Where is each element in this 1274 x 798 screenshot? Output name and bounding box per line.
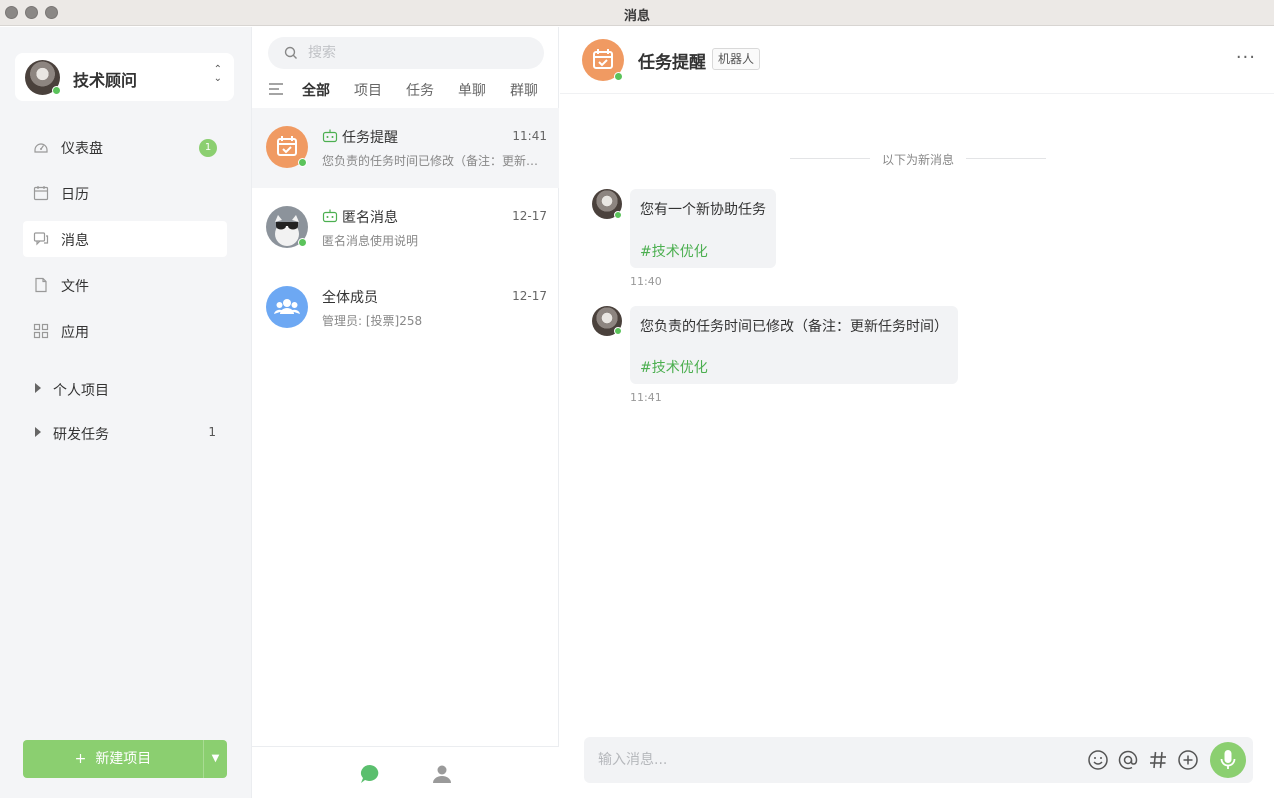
divider-line-right [966,158,1046,159]
user-switcher[interactable]: 技术顾问 ⌃ ⌄ [15,53,234,101]
message-text: 您有一个新协助任务 [640,202,766,218]
message-hashtag-link[interactable]: #技术优化 [640,357,708,377]
new-project-button[interactable]: + 新建项目 [23,740,203,778]
group-members-avatar [266,286,308,328]
tab-direct-chats[interactable]: 单聊 [458,80,486,100]
nav-item-messages[interactable]: 消息 [23,221,227,257]
nav-label: 应用 [61,325,89,341]
message-icon [33,232,49,246]
nav-label: 消息 [61,233,89,249]
conversation-item-all-members[interactable]: 全体成员 12-17 管理员: [投票]258 [252,268,559,348]
microphone-icon [1220,750,1236,769]
chat-header: 任务提醒 机器人 ··· [560,27,1274,94]
window-title: 消息 [623,9,650,24]
robot-icon [322,209,338,223]
message-text: 您负责的任务时间已修改（备注：更新任务时间） [640,319,948,335]
message-hashtag-link[interactable]: #技术优化 [640,241,708,261]
emoji-icon[interactable] [1087,749,1109,771]
tab-all[interactable]: 全部 [302,80,330,100]
nav-item-files[interactable]: 文件 [23,267,227,303]
sidebar: 技术顾问 ⌃ ⌄ 仪表盘 1 日历 消息 文件 应用 个人项目 研发任务 1 + … [0,27,252,798]
nav-item-calendar[interactable]: 日历 [23,175,227,211]
window-titlebar: 消息 [0,0,1274,26]
nav-label: 仪表盘 [61,141,103,157]
online-status-dot [298,238,307,247]
search-box [268,37,544,69]
robot-icon [322,129,338,143]
message-input[interactable] [598,750,1068,770]
expand-arrow-icon [35,383,41,393]
dashboard-badge: 1 [199,139,217,157]
project-group-label: 个人项目 [53,383,109,399]
nav-item-dashboard[interactable]: 仪表盘 1 [23,129,227,165]
online-status-dot [52,86,61,95]
conversation-time: 11:41 [512,129,547,143]
list-footer [252,746,559,798]
mention-at-icon[interactable] [1117,749,1139,771]
switch-chevron-icon: ⌃ ⌄ [213,64,222,84]
search-icon [284,46,297,59]
project-group-label: 研发任务 [53,427,109,443]
conversation-name: 任务提醒 [342,130,398,146]
voice-record-button[interactable] [1210,742,1246,778]
conversation-item-task-reminder[interactable]: 任务提醒 11:41 您负责的任务时间已修改（备注：更新任务时间） [252,108,559,188]
message-composer [584,737,1253,783]
conversation-preview: 匿名消息使用说明 [322,234,419,248]
tab-projects[interactable]: 项目 [354,80,382,100]
chat-pane: 任务提醒 机器人 ··· 以下为新消息 您有一个新协助任务 #技术优化 11:4… [560,27,1274,798]
hashtag-icon[interactable] [1147,749,1169,771]
group-people-icon [274,299,300,314]
tab-tasks[interactable]: 任务 [406,80,434,100]
calendar-icon [33,186,49,201]
more-options-icon[interactable]: ··· [1236,47,1256,68]
online-status-dot [298,158,307,167]
new-project-control: + 新建项目 ▼ [23,740,227,778]
plus-icon: + [74,751,87,767]
tab-group-chats[interactable]: 群聊 [510,80,538,100]
nav-item-apps[interactable]: 应用 [23,313,227,349]
message-bubble: 您负责的任务时间已修改（备注：更新任务时间） #技术优化 [630,306,958,384]
apps-icon [33,323,49,339]
project-group-rd-tasks[interactable]: 研发任务 1 [30,418,226,448]
new-messages-divider: 以下为新消息 [882,153,955,167]
conversation-time: 12-17 [512,209,547,223]
nav-label: 文件 [61,279,89,295]
online-status-dot [614,72,623,81]
online-status-dot [614,211,622,219]
conversation-preview: 管理员: [投票]258 [322,314,423,328]
conversation-item-anonymous[interactable]: 匿名消息 12-17 匿名消息使用说明 [252,188,559,268]
conversation-time: 12-17 [512,289,547,303]
file-icon [35,277,47,293]
chat-bubble-icon[interactable] [359,763,381,785]
conversation-list-pane: 全部 项目 任务 单聊 群聊 任务提醒 11:41 您负责的任务时间已修改（备注… [252,27,559,798]
nav-label: 日历 [61,187,89,203]
project-group-personal[interactable]: 个人项目 [30,374,226,404]
chevron-down-icon: ▼ [211,753,220,764]
search-input[interactable] [308,43,528,63]
project-count: 1 [208,425,216,439]
new-project-dropdown-button[interactable]: ▼ [204,740,227,778]
dashboard-icon [34,143,48,153]
message-time: 11:41 [630,391,662,404]
add-plus-icon[interactable] [1177,749,1199,771]
message-time: 11:40 [630,275,662,288]
contacts-person-icon[interactable] [431,763,453,785]
conversation-name: 全体成员 [322,290,378,306]
online-status-dot [614,327,622,335]
expand-arrow-icon [35,427,41,437]
filter-menu-icon[interactable] [269,83,283,95]
divider-line-left [790,158,870,159]
conversation-preview: 您负责的任务时间已修改（备注：更新任务时间） [322,154,542,168]
bot-tag-badge: 机器人 [712,48,761,70]
message-bubble: 您有一个新协助任务 #技术优化 [630,189,776,268]
new-project-label: 新建项目 [95,751,152,767]
chat-title: 任务提醒 [638,53,706,73]
conversation-name: 匿名消息 [342,210,398,226]
user-name: 技术顾问 [73,71,138,90]
